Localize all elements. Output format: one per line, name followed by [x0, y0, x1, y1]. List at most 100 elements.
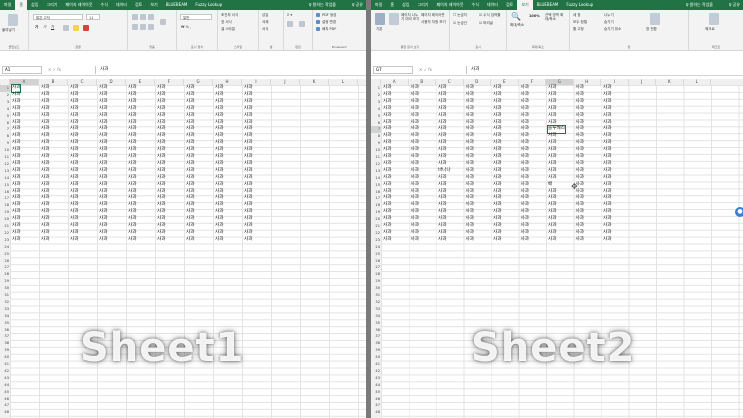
row-header[interactable]: 23 — [371, 237, 381, 244]
gridlines-checkbox[interactable]: ☑ 눈금선 — [453, 21, 467, 26]
cell[interactable]: 사과 — [99, 175, 107, 182]
cell[interactable]: 사과 — [521, 223, 529, 230]
cell[interactable]: 사과 — [244, 92, 252, 99]
row-header[interactable]: 39 — [0, 347, 10, 354]
row-header[interactable]: 9 — [371, 140, 381, 147]
cell[interactable]: 사과 — [466, 106, 474, 113]
row-header[interactable]: 30 — [0, 285, 10, 292]
row-header[interactable]: 28 — [0, 271, 10, 278]
cell[interactable]: 사과 — [548, 147, 556, 154]
cell[interactable]: 사과 — [215, 154, 223, 161]
row-header[interactable]: 34 — [371, 313, 381, 320]
cell[interactable]: 사과 — [603, 85, 611, 92]
row-header[interactable]: 12 — [0, 161, 10, 168]
cell[interactable]: 사과 — [548, 216, 556, 223]
cell[interactable]: 사과 — [186, 113, 194, 120]
cell[interactable]: 사과 — [215, 216, 223, 223]
cell[interactable]: 사과 — [438, 154, 446, 161]
cell[interactable]: 사과 — [383, 168, 391, 175]
underline-icon[interactable]: 가 — [51, 25, 54, 30]
row-header[interactable]: 6 — [0, 120, 10, 127]
row-header[interactable]: 27 — [0, 264, 10, 271]
row-header[interactable]: 5 — [371, 113, 381, 120]
row-header[interactable]: 15 — [0, 182, 10, 189]
cell[interactable]: 사과 — [576, 106, 584, 113]
fx-icon[interactable]: ✕ ✓ fx — [419, 66, 432, 74]
cell[interactable]: 사과 — [186, 154, 194, 161]
cell[interactable]: 사과 — [186, 147, 194, 154]
cell[interactable]: 사과 — [603, 154, 611, 161]
row-header[interactable]: 16 — [371, 189, 381, 196]
cell[interactable]: 사과 — [157, 99, 165, 106]
cell[interactable]: 사과 — [99, 92, 107, 99]
ribbon-tab[interactable]: Fuzzy Lookup — [562, 0, 597, 10]
cell[interactable]: 사과 — [438, 182, 446, 189]
cell[interactable]: 사과 — [41, 182, 49, 189]
zoom-icon[interactable]: 🔍 — [511, 12, 521, 21]
batch-pdf-icon[interactable] — [316, 27, 320, 31]
cell[interactable]: 사과 — [157, 223, 165, 230]
cell[interactable]: 사과 — [548, 154, 556, 161]
cell[interactable]: 사과 — [99, 182, 107, 189]
cell[interactable]: 사과 — [548, 161, 556, 168]
row-header[interactable]: 32 — [371, 299, 381, 306]
cell[interactable]: 사과 — [186, 216, 194, 223]
page-break-icon[interactable] — [389, 13, 399, 25]
cell[interactable]: 사과 — [215, 147, 223, 154]
cell[interactable]: 사과 — [41, 237, 49, 244]
cell[interactable]: 사과 — [603, 92, 611, 99]
row-header[interactable]: 45 — [0, 389, 10, 396]
cell[interactable]: 사과 — [521, 113, 529, 120]
cell[interactable]: 사과 — [493, 223, 501, 230]
cell[interactable]: 사과 — [244, 161, 252, 168]
cell[interactable]: 사과 — [186, 230, 194, 237]
arrange-all-button[interactable]: 모두 정렬 — [573, 20, 587, 25]
cell[interactable]: 사과 — [70, 175, 78, 182]
cell[interactable]: 사과 — [603, 106, 611, 113]
row-header[interactable]: 22 — [0, 230, 10, 237]
cell[interactable]: 사과 — [493, 161, 501, 168]
fx-icon[interactable]: ✕ ✓ fx — [48, 66, 61, 74]
italic-icon[interactable]: 가 — [43, 25, 46, 30]
cell[interactable]: 사과 — [244, 99, 252, 106]
headings-checkbox[interactable]: ☑ 머리글 — [479, 21, 493, 26]
cell[interactable]: 사과 — [12, 237, 20, 244]
cell[interactable]: 사과 — [603, 182, 611, 189]
cell[interactable]: 사과 — [438, 230, 446, 237]
cell[interactable]: 사과 — [466, 147, 474, 154]
cell[interactable]: 사과 — [383, 92, 391, 99]
cell[interactable]: 사과 — [411, 161, 419, 168]
cell[interactable]: 사과 — [215, 237, 223, 244]
cell[interactable]: 사과 — [383, 85, 391, 92]
row-header[interactable]: 48 — [371, 409, 381, 416]
name-box[interactable]: A1 — [2, 66, 42, 74]
cell[interactable]: 사과 — [128, 106, 136, 113]
floating-assistant-icon[interactable]: ● — [735, 207, 743, 217]
cell[interactable]: 사과 — [521, 92, 529, 99]
cell[interactable]: 사과 — [12, 99, 20, 106]
cell[interactable]: 사과 — [186, 92, 194, 99]
cell[interactable]: 사과 — [576, 154, 584, 161]
cell[interactable]: 사과 — [99, 216, 107, 223]
row-header[interactable]: 33 — [0, 306, 10, 313]
cell[interactable]: 사과 — [12, 216, 20, 223]
cell[interactable]: 사과 — [493, 113, 501, 120]
row-header[interactable]: 42 — [371, 368, 381, 375]
cell[interactable]: 사과 — [576, 99, 584, 106]
cell[interactable]: 사과 — [70, 99, 78, 106]
cell[interactable]: 사과 — [186, 237, 194, 244]
row-header[interactable]: 10 — [0, 147, 10, 154]
cell[interactable]: 사과 — [576, 85, 584, 92]
cell[interactable]: 사과 — [41, 147, 49, 154]
cell[interactable]: 사과 — [603, 230, 611, 237]
cell[interactable]: 사과 — [493, 168, 501, 175]
cell[interactable]: 바나나 — [438, 168, 451, 175]
cell[interactable]: 사과 — [215, 85, 223, 92]
cell[interactable]: 사과 — [548, 175, 556, 182]
cell[interactable]: 사과 — [128, 223, 136, 230]
cell[interactable]: 사과 — [70, 182, 78, 189]
row-header[interactable]: 2 — [371, 92, 381, 99]
cell[interactable]: 사과 — [438, 113, 446, 120]
row-header[interactable]: 11 — [0, 154, 10, 161]
cell[interactable]: 사과 — [12, 168, 20, 175]
